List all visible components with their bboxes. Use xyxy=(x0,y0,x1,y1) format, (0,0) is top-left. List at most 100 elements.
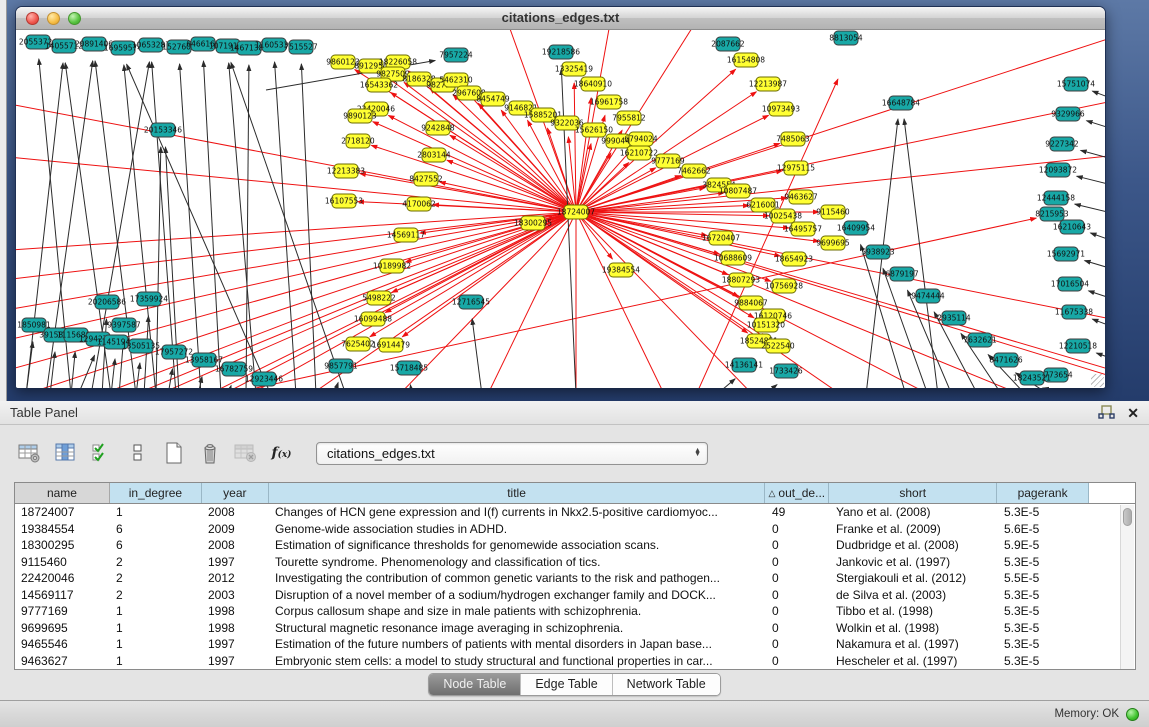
window-minimize-button[interactable] xyxy=(47,12,60,25)
network-window[interactable]: citations_edges.txt 18724007183002951938… xyxy=(15,6,1106,388)
graph-node[interactable]: 6879197 xyxy=(885,267,919,281)
table-row[interactable]: 977716911998Corpus callosum shape and si… xyxy=(15,603,1135,620)
window-zoom-button[interactable] xyxy=(68,12,81,25)
graph-node[interactable]: 7625402 xyxy=(341,337,375,351)
table-row[interactable]: 946362711997Embryonic stem cells: a mode… xyxy=(15,653,1135,670)
table-cell[interactable]: 0 xyxy=(766,554,830,571)
table-cell[interactable]: de Silva et al. (2003) xyxy=(830,587,998,604)
graph-node[interactable]: 8215953 xyxy=(1035,207,1069,221)
table-cell[interactable]: 5.3E-5 xyxy=(998,620,1090,637)
table-scrollbar-thumb[interactable] xyxy=(1123,508,1132,526)
table-cell[interactable]: 5.3E-5 xyxy=(998,554,1090,571)
graph-node[interactable]: 8471626 xyxy=(989,353,1023,367)
window-titlebar[interactable]: citations_edges.txt xyxy=(16,7,1105,30)
graph-node[interactable]: 5938923 xyxy=(861,245,895,259)
table-cell[interactable]: 0 xyxy=(766,587,830,604)
table-cell[interactable]: 0 xyxy=(766,653,830,670)
table-cell[interactable]: Dudbridge et al. (2008) xyxy=(830,537,998,554)
table-cell[interactable]: 2012 xyxy=(202,570,269,587)
table-cell[interactable]: 1 xyxy=(110,504,202,521)
graph-node[interactable]: 10973493 xyxy=(762,102,800,116)
graph-node[interactable]: 9115460 xyxy=(816,205,850,219)
graph-node[interactable]: 12444158 xyxy=(1037,191,1075,205)
table-row[interactable]: 911546021997Tourette syndrome. Phenomeno… xyxy=(15,554,1135,571)
table-cell[interactable]: Estimation of the future numbers of pati… xyxy=(269,636,766,653)
graph-node[interactable]: 4170062 xyxy=(402,197,436,211)
table-cell[interactable]: 14569117 xyxy=(15,587,110,604)
graph-node[interactable]: 12210518 xyxy=(1059,339,1097,353)
graph-node[interactable]: 20206586 xyxy=(88,295,126,309)
graph-node[interactable]: 13325419 xyxy=(555,62,593,76)
table-cell[interactable]: 2 xyxy=(110,587,202,604)
graph-node[interactable]: 18640910 xyxy=(574,77,612,91)
graph-node[interactable]: 12093872 xyxy=(1039,163,1077,177)
table-cell[interactable]: 1998 xyxy=(202,620,269,637)
table-cell[interactable]: Wolkin et al. (1998) xyxy=(830,620,998,637)
table-cell[interactable]: 2009 xyxy=(202,521,269,538)
graph-node[interactable]: 8427552 xyxy=(409,172,443,186)
graph-node[interactable]: 7955812 xyxy=(612,111,646,125)
graph-node[interactable]: 17359924 xyxy=(130,292,168,306)
table-cell[interactable]: 5.9E-5 xyxy=(998,537,1090,554)
table-row[interactable]: 1938455462009Genome-wide association stu… xyxy=(15,521,1135,538)
table-cell[interactable]: 2008 xyxy=(202,537,269,554)
table-cell[interactable]: Tibbo et al. (1998) xyxy=(830,603,998,620)
table-cell[interactable]: Structural magnetic resonance image aver… xyxy=(269,620,766,637)
tab-network-table[interactable]: Network Table xyxy=(613,674,720,695)
table-cell[interactable]: 5.5E-5 xyxy=(998,570,1090,587)
table-cell[interactable]: Jankovic et al. (1997) xyxy=(830,554,998,571)
graph-node[interactable]: 9474444 xyxy=(911,289,945,303)
graph-node[interactable]: 18243521 xyxy=(1013,371,1051,385)
graph-node[interactable]: 16495757 xyxy=(784,222,822,236)
table-cell[interactable]: 5.3E-5 xyxy=(998,504,1090,521)
graph-node[interactable]: 1733426 xyxy=(769,364,803,378)
close-panel-icon[interactable]: ✕ xyxy=(1127,406,1139,420)
float-panel-icon[interactable] xyxy=(1098,405,1115,420)
graph-node[interactable]: 7462662 xyxy=(677,164,711,178)
table-row[interactable]: 1872400712008Changes of HCN gene express… xyxy=(15,504,1135,521)
table-cell[interactable]: 9465546 xyxy=(15,636,110,653)
table-cell[interactable]: Tourette syndrome. Phenomenology and cla… xyxy=(269,554,766,571)
table-cell[interactable]: 1 xyxy=(110,620,202,637)
table-cell[interactable]: 0 xyxy=(766,636,830,653)
table-cell[interactable]: 1997 xyxy=(202,554,269,571)
graph-node[interactable]: 16961758 xyxy=(590,95,628,109)
graph-node[interactable]: 12923446 xyxy=(245,372,283,386)
tab-edge-table[interactable]: Edge Table xyxy=(521,674,612,695)
graph-node[interactable]: 9227342 xyxy=(1045,137,1079,151)
table-cell[interactable]: 5.3E-5 xyxy=(998,587,1090,604)
column-header-short[interactable]: short xyxy=(829,483,997,503)
table-cell[interactable]: 6 xyxy=(110,521,202,538)
graph-node[interactable]: 16914479 xyxy=(372,338,410,352)
graph-node[interactable]: 15692971 xyxy=(1047,247,1085,261)
graph-node[interactable]: 10025438 xyxy=(764,209,802,223)
graph-node[interactable]: 15751074 xyxy=(1057,77,1095,91)
graph-node[interactable]: 17016504 xyxy=(1051,277,1089,291)
table-cell[interactable]: 9115460 xyxy=(15,554,110,571)
graph-node[interactable]: 9884067 xyxy=(734,296,768,310)
graph-node[interactable]: 10189982 xyxy=(373,259,411,273)
graph-node[interactable]: 9463627 xyxy=(784,190,818,204)
graph-node[interactable]: 7485063 xyxy=(776,132,810,146)
table-row[interactable]: 2242004622012Investigating the contribut… xyxy=(15,570,1135,587)
graph-node[interactable]: 9699695 xyxy=(816,236,850,250)
network-canvas[interactable]: 1872400718300295193845549860123891295418… xyxy=(16,30,1105,388)
table-cell[interactable]: 18724007 xyxy=(15,504,110,521)
column-header-title[interactable]: title xyxy=(269,483,766,503)
graph-node[interactable]: 16210643 xyxy=(1053,220,1091,234)
table-cell[interactable]: Nakamura et al. (1997) xyxy=(830,636,998,653)
column-header-pagerank[interactable]: pagerank xyxy=(997,483,1089,503)
table-row[interactable]: 1456911722003Disruption of a novel membe… xyxy=(15,587,1135,604)
function-builder-icon[interactable]: f(x) xyxy=(268,440,295,466)
graph-node[interactable]: 14569117 xyxy=(387,228,425,242)
table-cell[interactable]: 5.3E-5 xyxy=(998,603,1090,620)
graph-node[interactable]: 9329966 xyxy=(1051,107,1085,121)
table-cell[interactable]: 1997 xyxy=(202,636,269,653)
table-cell[interactable]: 1 xyxy=(110,653,202,670)
graph-node[interactable]: 20153346 xyxy=(144,123,182,137)
table-cell[interactable]: 2008 xyxy=(202,504,269,521)
graph-node[interactable]: 7632621 xyxy=(963,333,997,347)
column-header-out_de...[interactable]: △out_de... xyxy=(765,483,829,503)
graph-node[interactable]: 9397587 xyxy=(107,318,141,332)
table-cell[interactable]: 5.3E-5 xyxy=(998,653,1090,670)
